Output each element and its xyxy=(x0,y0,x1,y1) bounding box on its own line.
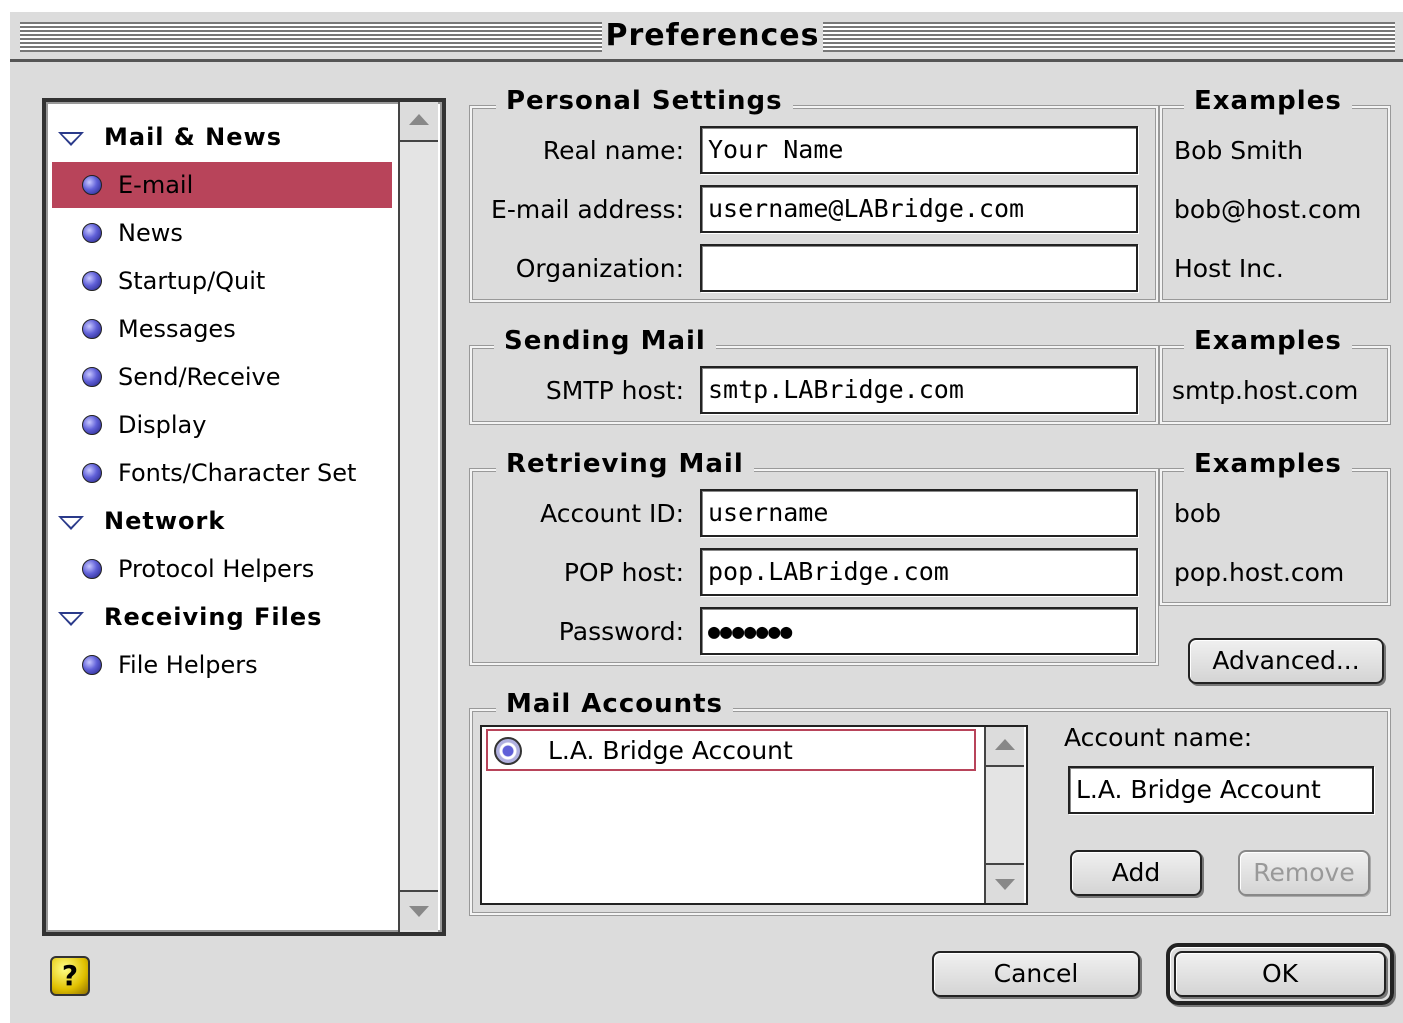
email-address-label: E-mail address: xyxy=(491,195,684,224)
category-group-mail-news[interactable]: Mail & News xyxy=(52,114,392,160)
organization-label: Organization: xyxy=(515,254,684,283)
retrieving-mail-title: Retrieving Mail xyxy=(496,449,754,479)
category-scrollbar[interactable] xyxy=(398,102,438,932)
bullet-icon xyxy=(82,463,102,483)
bullet-icon xyxy=(82,367,102,387)
radio-button-icon[interactable] xyxy=(494,737,522,765)
category-group-label: Network xyxy=(104,507,226,535)
sending-mail-title: Sending Mail xyxy=(494,326,716,356)
category-item-label: Startup/Quit xyxy=(118,267,266,295)
mail-account-row[interactable]: L.A. Bridge Account xyxy=(486,729,976,771)
mail-accounts-list: L.A. Bridge Account xyxy=(480,725,1028,905)
account-id-example: bob xyxy=(1174,499,1222,528)
pop-host-example: pop.host.com xyxy=(1174,558,1345,587)
category-item-label: Protocol Helpers xyxy=(118,555,315,583)
real-name-label: Real name: xyxy=(542,136,684,165)
smtp-host-field[interactable]: smtp.LABridge.com xyxy=(700,366,1138,414)
advanced-button[interactable]: Advanced... xyxy=(1188,638,1384,684)
disclosure-triangle-icon[interactable] xyxy=(58,612,84,626)
add-account-button[interactable]: Add xyxy=(1070,850,1202,896)
bullet-icon xyxy=(82,271,102,291)
cancel-button[interactable]: Cancel xyxy=(932,951,1140,997)
category-item-news[interactable]: News xyxy=(52,210,392,256)
category-list-content: Mail & News E-mail News Startup/Quit Mes… xyxy=(52,108,392,926)
disclosure-triangle-icon[interactable] xyxy=(58,516,84,530)
category-item-label: Messages xyxy=(118,315,236,343)
personal-settings-title: Personal Settings xyxy=(496,86,793,116)
category-item-send-receive[interactable]: Send/Receive xyxy=(52,354,392,400)
smtp-host-example: smtp.host.com xyxy=(1172,376,1359,405)
category-item-email[interactable]: E-mail xyxy=(52,162,392,208)
real-name-example: Bob Smith xyxy=(1174,136,1304,165)
personal-examples-title: Examples xyxy=(1184,86,1352,116)
category-item-file-helpers[interactable]: File Helpers xyxy=(52,642,392,688)
accounts-scrollbar[interactable] xyxy=(984,727,1024,903)
disclosure-triangle-icon[interactable] xyxy=(58,132,84,146)
retrieving-examples-title: Examples xyxy=(1184,449,1352,479)
title-bar-stripes xyxy=(823,22,1395,52)
arrow-down-icon xyxy=(995,879,1015,890)
scroll-down-button[interactable] xyxy=(400,890,438,930)
mail-accounts-title: Mail Accounts xyxy=(496,689,734,719)
password-label: Password: xyxy=(558,617,684,646)
bullet-icon xyxy=(82,175,102,195)
title-bar-stripes xyxy=(20,22,602,52)
email-address-field[interactable]: username@LABridge.com xyxy=(700,185,1138,233)
arrow-down-icon xyxy=(409,906,429,917)
bullet-icon xyxy=(82,559,102,579)
bullet-icon xyxy=(82,319,102,339)
remove-account-button[interactable]: Remove xyxy=(1238,850,1370,896)
preferences-window: Preferences Mail & News E-mail News Star… xyxy=(8,10,1403,1023)
category-item-label: Fonts/Character Set xyxy=(118,459,357,487)
category-list: Mail & News E-mail News Startup/Quit Mes… xyxy=(42,98,446,936)
bullet-icon xyxy=(82,223,102,243)
scroll-down-button[interactable] xyxy=(986,863,1024,903)
bullet-icon xyxy=(82,415,102,435)
category-item-display[interactable]: Display xyxy=(52,402,392,448)
category-group-label: Mail & News xyxy=(104,123,282,151)
category-item-label: News xyxy=(118,219,183,247)
password-field[interactable]: ●●●●●●● xyxy=(700,607,1138,655)
category-group-receiving-files[interactable]: Receiving Files xyxy=(52,594,392,640)
arrow-up-icon xyxy=(409,114,429,125)
category-group-label: Receiving Files xyxy=(104,603,323,631)
account-name-label: Account name: xyxy=(1064,723,1253,752)
account-id-label: Account ID: xyxy=(540,499,684,528)
ok-button[interactable]: OK xyxy=(1174,951,1386,997)
scroll-up-button[interactable] xyxy=(400,102,438,142)
window-title: Preferences xyxy=(605,18,820,53)
title-bar[interactable]: Preferences xyxy=(10,12,1403,62)
email-address-example: bob@host.com xyxy=(1174,195,1362,224)
category-item-label: E-mail xyxy=(118,171,194,199)
category-item-label: Display xyxy=(118,411,207,439)
help-icon[interactable]: ? xyxy=(50,956,90,996)
real-name-field[interactable]: Your Name xyxy=(700,126,1138,174)
bullet-icon xyxy=(82,655,102,675)
sending-examples-title: Examples xyxy=(1184,326,1352,356)
organization-example: Host Inc. xyxy=(1174,254,1284,283)
pop-host-label: POP host: xyxy=(563,558,684,587)
category-group-network[interactable]: Network xyxy=(52,498,392,544)
category-item-startup-quit[interactable]: Startup/Quit xyxy=(52,258,392,304)
category-item-protocol-helpers[interactable]: Protocol Helpers xyxy=(52,546,392,592)
account-id-field[interactable]: username xyxy=(700,489,1138,537)
category-item-label: File Helpers xyxy=(118,651,258,679)
smtp-host-label: SMTP host: xyxy=(545,376,684,405)
category-item-label: Send/Receive xyxy=(118,363,281,391)
scroll-up-button[interactable] xyxy=(986,727,1024,767)
mail-account-label: L.A. Bridge Account xyxy=(548,736,793,765)
organization-field[interactable] xyxy=(700,244,1138,292)
account-name-field[interactable]: L.A. Bridge Account xyxy=(1068,766,1374,814)
category-item-messages[interactable]: Messages xyxy=(52,306,392,352)
pop-host-field[interactable]: pop.LABridge.com xyxy=(700,548,1138,596)
category-item-fonts[interactable]: Fonts/Character Set xyxy=(52,450,392,496)
arrow-up-icon xyxy=(995,739,1015,750)
